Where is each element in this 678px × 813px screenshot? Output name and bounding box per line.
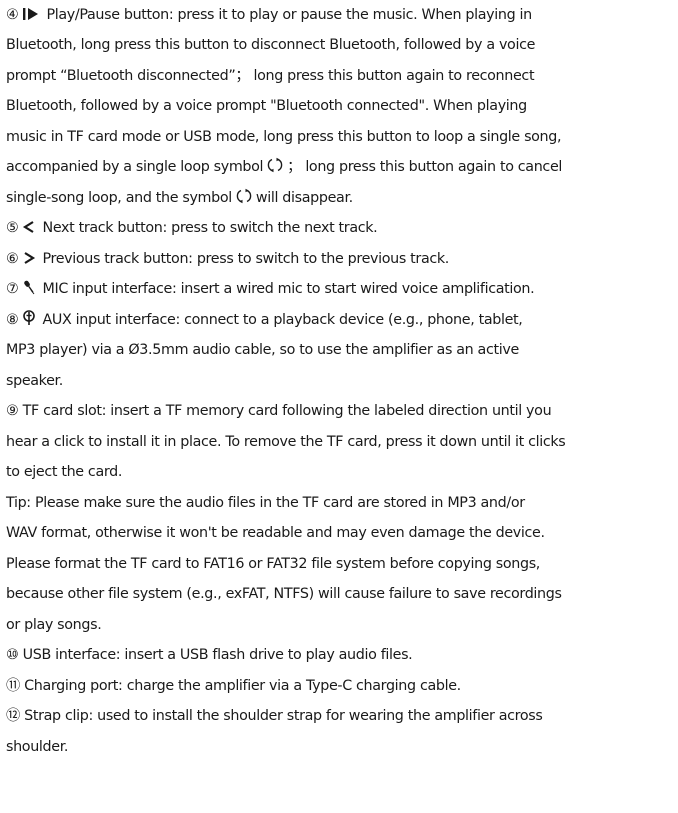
tf-slot-line-3: to eject the card. [6, 464, 123, 480]
next-track-text: Next track button: press to switch the n… [42, 220, 378, 236]
play-pause-line-4: Bluetooth, followed by a voice prompt "B… [6, 98, 527, 114]
charging-line: ⑪ Charging port: charge the amplifier vi… [6, 678, 461, 694]
play-pause-line-2: Bluetooth, long press this button to dis… [6, 37, 536, 53]
aux-line-2: MP3 player) via a Ø3.5mm audio cable, so… [6, 342, 519, 358]
aux-text: AUX input interface: connect to a playba… [42, 312, 523, 328]
usb-line: ⑩ USB interface: insert a USB flash driv… [6, 647, 413, 663]
tip-line-2: WAV format, otherwise it won't be readab… [6, 525, 545, 541]
loop-sentence-end: ； long press this button again to cancel [287, 159, 563, 175]
mic-text: MIC input interface: insert a wired mic … [42, 281, 535, 297]
mic-line: ⑦ MIC input interface: insert a wired mic… [6, 276, 674, 302]
play-pause-text: Play/Pause button: press it to play or p… [46, 7, 532, 23]
strap-line-1: ⑫ Strap clip: used to install the should… [6, 708, 543, 724]
play-pause-line-7: single-song loop, and the symbol will dis… [6, 185, 674, 211]
loop-icon [266, 156, 284, 182]
play-pause-line-3: prompt “Bluetooth disconnected”； long pr… [6, 68, 535, 84]
play-pause-line-5: music in TF card mode or USB mode, long … [6, 129, 562, 145]
chevron-right-icon [22, 248, 36, 274]
item-number: ⑥ [6, 251, 19, 267]
aux-jack-icon [22, 309, 36, 335]
loop-sentence-start: accompanied by a single loop symbol [6, 159, 264, 175]
symbol-sentence-end: will disappear. [255, 190, 353, 206]
tip-line-1: Tip: Please make sure the audio files in… [6, 495, 525, 511]
play-pause-line-6: accompanied by a single loop symbol ； lon… [6, 154, 674, 180]
chevron-left-icon [22, 217, 36, 243]
play-pause-icon [22, 4, 40, 30]
previous-track-text: Previous track button: press to switch t… [42, 251, 449, 267]
item-number: ⑧ [6, 312, 19, 328]
tf-slot-line-1: ⑨ TF card slot: insert a TF memory card … [6, 403, 552, 419]
tip-line-4: because other file system (e.g., exFAT, … [6, 586, 562, 602]
loop-icon [235, 187, 253, 213]
strap-line-2: shoulder. [6, 739, 69, 755]
item-number: ④ [6, 7, 19, 23]
item-number: ⑦ [6, 281, 19, 297]
tf-slot-line-2: hear a click to install it in place. To … [6, 434, 566, 450]
aux-line-1: ⑧ AUX input interface: connect to a playb… [6, 307, 674, 333]
next-track-line: ⑤ Next track button: press to switch the … [6, 215, 674, 241]
previous-track-line: ⑥ Previous track button: press to switch … [6, 246, 674, 272]
microphone-icon [22, 278, 36, 304]
item-number: ⑤ [6, 220, 19, 236]
symbol-sentence-start: single-song loop, and the symbol [6, 190, 232, 206]
play-pause-line-1: ④ Play/Pause button: press it to play or … [6, 2, 674, 28]
aux-line-3: speaker. [6, 373, 63, 389]
tip-line-3: Please format the TF card to FAT16 or FA… [6, 556, 541, 572]
tip-line-5: or play songs. [6, 617, 102, 633]
